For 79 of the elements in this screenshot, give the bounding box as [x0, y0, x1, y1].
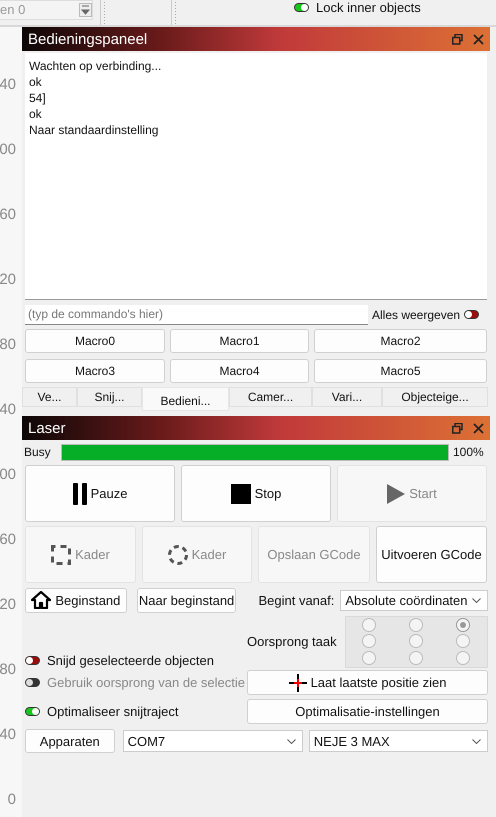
dashed-square-icon [51, 544, 72, 564]
ruler-label: 40 [0, 76, 16, 93]
console-line: Wachten op verbinding... [29, 58, 162, 74]
field-label: Begint vanaf: [258, 592, 334, 608]
chevron-icon [286, 738, 296, 744]
ruler-label: 80 [0, 661, 16, 678]
origin-radio[interactable] [362, 651, 376, 666]
start-from-dropdown[interactable]: Absolute coördinaten [340, 590, 488, 610]
float-icon [452, 422, 463, 434]
tab[interactable]: Camer... [229, 387, 312, 407]
origin-radio[interactable] [456, 634, 470, 648]
pause-icon [72, 482, 87, 504]
origin-radio[interactable] [362, 634, 376, 648]
float-icon [452, 34, 463, 44]
macro-button[interactable]: Macro5 [314, 359, 487, 383]
ruler-label: 0 [8, 791, 16, 808]
ruler-label: 00 [0, 466, 16, 483]
origin-radio[interactable] [409, 618, 424, 632]
ruler-label: 20 [0, 596, 16, 613]
tab[interactable]: Ve... [22, 387, 77, 407]
action-button[interactable]: Pauze [25, 465, 175, 522]
macro-button[interactable]: Macro1 [170, 329, 309, 353]
ruler-label: 60 [0, 206, 16, 223]
dashed-circle-icon [168, 544, 188, 564]
toggle-switch[interactable] [464, 310, 480, 319]
show-last-position-button[interactable]: Laat laatste positie zien [247, 670, 488, 695]
command-field[interactable]: (typ de commando's hier) [25, 304, 368, 324]
go-home-button[interactable]: Naar beginstand [136, 588, 236, 612]
ruler-label: 20 [0, 271, 16, 288]
home-icon [31, 591, 52, 609]
origin-radio[interactable] [456, 651, 470, 666]
ruler-label: 40 [0, 401, 16, 418]
chevron-icon [472, 598, 481, 602]
home-button[interactable]: Beginstand [25, 588, 127, 612]
field-label: Oorsprong taak [247, 634, 337, 649]
origin-radio[interactable] [409, 651, 424, 666]
crosshair-icon [288, 674, 307, 692]
origin-radio[interactable] [362, 618, 376, 632]
toggle-switch[interactable] [25, 656, 40, 664]
chevron-icon [472, 738, 481, 744]
toggle-switch[interactable] [25, 706, 40, 716]
tab[interactable]: Vari... [312, 387, 382, 407]
option-label: Alles weergeven [372, 308, 460, 322]
option-label: Snijd geselecteerde objecten [47, 652, 214, 668]
ruler-label: 40 [0, 726, 16, 743]
progress-reading: 100% [453, 445, 484, 459]
console-line: 54] [29, 90, 47, 106]
macro-button[interactable]: Macro3 [25, 359, 165, 383]
status-label: Busy [24, 445, 52, 459]
close-icon[interactable] [473, 34, 484, 44]
console-line: ok [29, 106, 43, 122]
console-line: Naar standaardinstelling [29, 122, 160, 138]
device-dropdown[interactable]: NEJE 3 MAX [308, 730, 488, 752]
macro-button[interactable]: Macro4 [170, 359, 309, 383]
tab[interactable]: Objecteige... [382, 387, 488, 407]
optimization-settings-button[interactable]: Optimalisatie-instellingen [247, 699, 488, 724]
panel-title: Laser [28, 420, 67, 436]
macro-button[interactable]: Macro0 [25, 329, 165, 353]
action-button[interactable]: Uitvoeren GCode [376, 526, 487, 583]
ruler-label: 60 [0, 531, 16, 548]
origin-radio[interactable] [409, 634, 424, 648]
macro-button[interactable]: Macro2 [314, 329, 487, 353]
console-line: ok [29, 74, 43, 90]
stop-icon [230, 484, 251, 504]
option-label: Optimaliseer snijtraject [47, 704, 178, 718]
ruler-label: 80 [0, 336, 16, 353]
action-button[interactable]: Stop [181, 465, 331, 522]
option-label: Lock inner objects [316, 0, 421, 15]
panel-title: Bedieningspaneel [28, 30, 148, 48]
toggle-switch[interactable] [294, 3, 309, 12]
play-icon [387, 484, 406, 504]
option-label: Gebruik oorsprong van de selectie [47, 675, 246, 690]
origin-radio[interactable] [456, 618, 470, 632]
devices-button[interactable]: Apparaten [25, 729, 115, 753]
tab[interactable]: Bedieni... [142, 387, 229, 411]
ruler-label: 00 [0, 141, 16, 158]
tab[interactable]: Snij... [77, 387, 142, 407]
close-icon[interactable] [473, 422, 484, 434]
port-dropdown[interactable]: COM7 [122, 730, 303, 752]
